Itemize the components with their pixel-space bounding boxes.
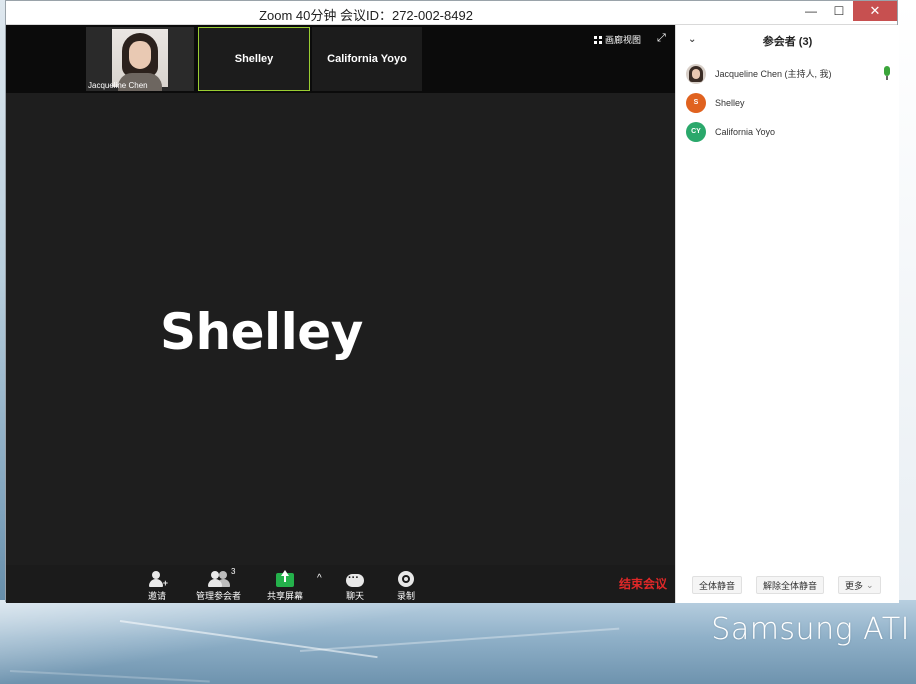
record-icon — [398, 571, 414, 587]
collapse-chevron-down-icon[interactable]: ⌄ — [688, 34, 696, 45]
title-bar[interactable]: Zoom 40分钟 会议ID：272-002-8492 — ☐ ✕ — [6, 1, 897, 25]
maximize-button[interactable]: ☐ — [825, 1, 853, 21]
invite-label: 邀请 — [148, 591, 167, 601]
microphone-icon[interactable] — [883, 66, 891, 80]
gallery-view-label: 画廊视图 — [604, 35, 641, 45]
participants-title: 参会者 (3) — [762, 36, 813, 48]
participant-name: California Yoyo — [715, 126, 776, 137]
grid-icon — [593, 35, 602, 44]
participants-list: Jacqueline Chen (主持人, 我) S Shelley CY Ca… — [676, 59, 899, 146]
share-screen-button[interactable]: 共享屏幕 — [267, 569, 303, 602]
avatar: S — [686, 92, 706, 113]
video-area: Jacqueline Chen Shelley California Yoyo … — [6, 25, 675, 603]
avatar: CY — [686, 121, 706, 142]
window-controls: — ☐ ✕ — [797, 1, 897, 25]
meeting-toolbar: + 邀请 管理参会者 3 共享屏幕 ^ 聊天 录制 结束会议 — [6, 565, 675, 603]
more-label: 更多 — [845, 580, 864, 591]
unmute-all-button[interactable]: 解除全体静音 — [756, 576, 825, 594]
list-item[interactable]: Jacqueline Chen (主持人, 我) — [676, 59, 899, 88]
thumbnail-california-yoyo[interactable]: California Yoyo — [312, 27, 422, 91]
brand-watermark: Samsung ATI — [711, 612, 910, 647]
chevron-down-icon: ⌄ — [866, 579, 874, 590]
participants-panel: ⌄ 参会者 (3) Jacqueline Chen (主持人, 我) S She… — [675, 25, 899, 603]
chat-button[interactable]: 聊天 — [346, 569, 364, 602]
participants-footer: 全体静音 解除全体静音 更多 ⌄ — [676, 573, 899, 597]
chat-label: 聊天 — [346, 591, 365, 601]
participant-count-badge: 3 — [231, 567, 236, 576]
participant-name: Jacqueline Chen (主持人, 我) — [715, 69, 832, 79]
fullscreen-icon[interactable]: ⤢ — [657, 33, 667, 44]
active-speaker-name: Shelley — [160, 303, 363, 361]
mute-all-button[interactable]: 全体静音 — [692, 576, 743, 594]
share-screen-label: 共享屏幕 — [267, 591, 304, 601]
thumbnail-name: California Yoyo — [327, 53, 407, 65]
invite-icon: + — [148, 571, 168, 588]
participant-name: Shelley — [715, 97, 745, 108]
minimize-button[interactable]: — — [797, 1, 825, 21]
desktop-edge — [898, 0, 916, 600]
thumbnail-caption: Jacqueline Chen — [88, 81, 148, 90]
participants-icon — [207, 571, 230, 587]
invite-button[interactable]: + 邀请 — [148, 569, 168, 602]
thumbnail-jacqueline[interactable]: Jacqueline Chen — [86, 27, 194, 91]
end-meeting-button[interactable]: 结束会议 — [619, 575, 667, 592]
list-item[interactable]: S Shelley — [676, 88, 899, 117]
list-item[interactable]: CY California Yoyo — [676, 117, 899, 146]
thumbnail-strip: Jacqueline Chen Shelley California Yoyo … — [6, 25, 675, 93]
thumbnail-name: Shelley — [234, 53, 274, 65]
chat-icon — [346, 572, 364, 587]
share-options-chevron-up-icon[interactable]: ^ — [317, 573, 322, 584]
more-button[interactable]: 更多 ⌄ — [838, 576, 881, 594]
record-button[interactable]: 录制 — [397, 569, 415, 602]
share-screen-icon — [276, 570, 294, 587]
participant-photo — [112, 29, 168, 91]
zoom-window: Zoom 40分钟 会议ID：272-002-8492 — ☐ ✕ Jacque… — [5, 0, 899, 603]
manage-participants-label: 管理参会者 — [196, 591, 242, 601]
gallery-view-button[interactable]: 画廊视图 — [593, 33, 641, 46]
avatar — [686, 63, 706, 84]
record-label: 录制 — [397, 591, 416, 601]
window-title: Zoom 40分钟 会议ID：272-002-8492 — [259, 8, 473, 23]
participants-header: ⌄ 参会者 (3) — [676, 25, 899, 57]
close-button[interactable]: ✕ — [853, 1, 897, 21]
thumbnail-shelley[interactable]: Shelley — [198, 27, 310, 91]
